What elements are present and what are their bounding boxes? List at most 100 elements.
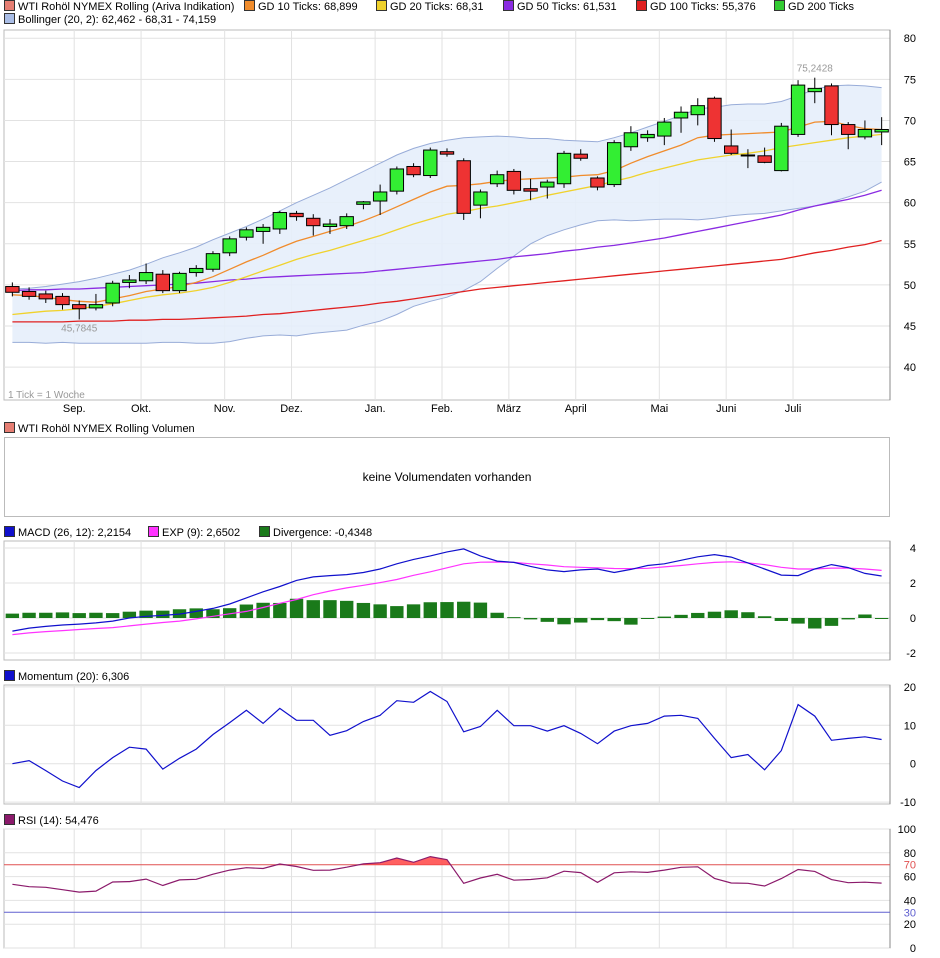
candle-body (740, 154, 756, 157)
rsi-level-30-label: 30 (904, 907, 916, 919)
rsi-ytick-label: 0 (910, 943, 916, 955)
candle-body (339, 216, 354, 227)
divergence-bar (356, 602, 371, 618)
rsi-ytick-label: 100 (898, 824, 916, 836)
divergence-bar (741, 612, 755, 618)
candle-body (155, 273, 170, 292)
divergence-bar (440, 602, 454, 618)
divergence-bar (640, 618, 655, 619)
divergence-bar (189, 608, 203, 618)
divergence-bar (574, 618, 588, 623)
macd-frame (3, 540, 891, 661)
divergence-bar (473, 602, 488, 618)
candle-body (88, 304, 104, 309)
macd-ytick-label: 4 (910, 543, 916, 555)
candle-body (690, 105, 705, 116)
divergence-bar (540, 618, 554, 622)
rsi-ytick-label: 40 (904, 895, 916, 907)
divergence-bar (406, 604, 421, 618)
divergence-bar (808, 618, 822, 629)
candle-body (724, 145, 739, 154)
divergence-bar (256, 602, 270, 618)
price-ytick-label: 75 (904, 74, 916, 86)
divergence-bar (674, 614, 688, 618)
divergence-bar (858, 614, 872, 618)
candle-body (38, 293, 53, 300)
divergence-bar (423, 602, 437, 618)
x-axis-label: Sep. (63, 403, 86, 415)
price-ytick-label: 65 (904, 157, 916, 169)
price-ytick-label: 80 (904, 33, 916, 45)
candle-body (590, 177, 605, 188)
price-ytick-label: 50 (904, 280, 916, 292)
price-ytick-label: 70 (904, 115, 916, 127)
divergence-bar (289, 598, 304, 618)
candle-body (172, 272, 187, 292)
divergence-bar (757, 616, 772, 618)
rsi-frame (3, 828, 891, 949)
candle-body (105, 282, 120, 304)
momentum-frame (3, 684, 891, 805)
macd-ytick-label: 0 (910, 613, 916, 625)
candle-body (122, 279, 137, 283)
rsi-ytick-label: 60 (904, 872, 916, 884)
momentum-ytick-label: -10 (900, 797, 916, 809)
candle-body (623, 132, 639, 148)
candle-body (456, 160, 471, 214)
price-ytick-label: 40 (904, 362, 916, 374)
macd-ytick-label: -2 (906, 648, 916, 660)
candle-body (372, 191, 388, 202)
divergence-bar (607, 618, 621, 622)
x-axis-label: Dez. (280, 403, 303, 415)
divergence-bar (156, 610, 170, 618)
candle-body (289, 212, 304, 218)
divergence-bar (774, 618, 789, 621)
x-axis-label: April (565, 403, 587, 415)
divergence-bar (590, 618, 605, 621)
divergence-bar (724, 610, 738, 618)
candle-body (356, 201, 371, 205)
candle-body (239, 229, 254, 238)
candle-body (255, 226, 271, 232)
price-annotation: 75,2428 (797, 63, 834, 74)
divergence-bar (273, 602, 287, 618)
divergence-bar (507, 617, 521, 619)
divergence-bar (373, 604, 387, 618)
x-axis-label: Jan. (365, 403, 386, 415)
candle-body (841, 124, 856, 135)
candle-body (72, 304, 87, 310)
divergence-bar (490, 612, 504, 618)
candle-body (138, 272, 154, 282)
candle-body (540, 181, 555, 188)
tick-note: 1 Tick = 1 Woche (8, 390, 85, 401)
candle-body (189, 267, 204, 274)
divergence-bar (340, 600, 354, 618)
candle-body (322, 223, 338, 228)
candle-body (874, 128, 889, 133)
momentum-ytick-label: 10 (904, 720, 916, 732)
x-axis-label: Nov. (214, 403, 236, 415)
candle-body (774, 125, 789, 172)
candle-body (757, 155, 772, 163)
divergence-bar (105, 613, 120, 618)
candle-body (657, 121, 672, 137)
candle-body (389, 168, 405, 192)
candle-body (222, 238, 237, 254)
divergence-bar (390, 606, 404, 618)
momentum-ytick-label: 0 (910, 759, 916, 771)
divergence-bar (624, 618, 638, 625)
divergence-bar (874, 618, 889, 619)
candle-body (506, 170, 522, 191)
candle-body (640, 133, 655, 139)
divergence-bar (5, 613, 20, 618)
x-axis-label: Okt. (131, 403, 151, 415)
divergence-bar (824, 618, 839, 626)
candle-body (606, 142, 622, 186)
divergence-bar (306, 600, 320, 618)
rsi-chart: 0 20 40 60 80 100 70 30 (3, 824, 916, 955)
candle-body (857, 128, 873, 138)
divergence-bar (22, 612, 36, 618)
candle-body (272, 212, 288, 230)
price-chart: 40 45 50 55 60 65 70 75 80 Sep. Okt. Nov. Dez. Jan. Fe… (3, 29, 916, 415)
x-axis-label: Feb. (431, 403, 453, 415)
